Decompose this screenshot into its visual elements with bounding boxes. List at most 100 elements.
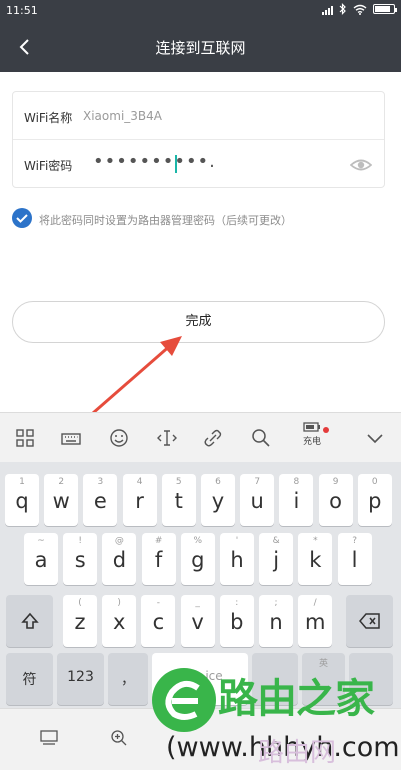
key-hint: ? <box>352 536 357 546</box>
wifi-name-row[interactable]: WiFi名称 Xiaomi_3B4A <box>13 92 384 140</box>
key-char: q <box>15 489 29 513</box>
key-t[interactable]: 5t <box>161 474 196 526</box>
text-cursor <box>175 155 177 173</box>
key-hint: ; <box>274 598 278 608</box>
key-char: p <box>368 489 382 513</box>
key-hint: ) <box>117 598 121 608</box>
key-k[interactable]: * k <box>298 533 333 585</box>
cursor-icon[interactable] <box>157 428 177 448</box>
zoom-icon[interactable] <box>110 729 128 747</box>
router-logo-icon <box>165 680 200 720</box>
key-z[interactable]: (z <box>63 595 97 647</box>
key-m[interactable]: / m <box>298 595 333 647</box>
key-hint: 2 <box>58 477 65 487</box>
backspace-icon <box>358 613 380 629</box>
key-hint: : <box>235 598 239 608</box>
key-hint: _ <box>195 598 200 608</box>
key-hint: @ <box>114 536 124 546</box>
key-j[interactable]: & j <box>259 533 294 585</box>
shift-key[interactable] <box>6 595 53 647</box>
key-hint: ~ <box>37 536 45 546</box>
keyboard-toolbar: 充电 <box>0 412 401 462</box>
key-char: l <box>351 548 358 572</box>
key-w[interactable]: 2w <box>44 474 79 526</box>
clipboard-icon[interactable] <box>203 428 223 448</box>
symbol-key[interactable]: 符 <box>6 653 53 705</box>
status-bar: 11:51 <box>0 0 401 22</box>
main-content: WiFi名称 Xiaomi_3B4A WiFi密码 ••••••••••. 将此… <box>0 72 401 412</box>
key-hint: / <box>313 598 317 608</box>
battery-charge-icon[interactable] <box>303 421 321 433</box>
signal-icon <box>322 3 333 15</box>
key-char: i <box>293 489 300 513</box>
eye-icon[interactable] <box>350 154 372 176</box>
wifi-password-row[interactable]: WiFi密码 ••••••••••. <box>13 140 384 188</box>
key-hint: 0 <box>371 477 378 487</box>
wifi-password-label: WiFi密码 <box>24 159 73 173</box>
admin-password-option[interactable]: 将此密码同时设置为路由器管理密码（后续可更改） <box>12 208 385 230</box>
key-hint: 3 <box>97 477 104 487</box>
key-v[interactable]: _ v <box>180 595 215 647</box>
key-b[interactable]: :b <box>219 595 254 647</box>
key-char: y <box>211 489 225 513</box>
wifi-name-input[interactable]: Xiaomi_3B4A <box>83 109 162 123</box>
battery-icon <box>373 4 397 14</box>
key-s[interactable]: ! s <box>63 533 98 585</box>
key-r[interactable]: 4r <box>122 474 157 526</box>
key-char: s <box>74 548 86 572</box>
wifi-icon <box>353 4 367 15</box>
number-key[interactable]: 123 <box>57 653 104 705</box>
key-hint: - <box>156 598 161 608</box>
key-d[interactable]: @ d <box>102 533 137 585</box>
key-i[interactable]: 8i <box>279 474 314 526</box>
watermark-brand: 路由之家 <box>218 676 375 722</box>
bluetooth-icon <box>339 3 346 15</box>
key-char: o <box>329 489 343 513</box>
checkmark-icon <box>16 214 28 223</box>
keyboard-hide-icon[interactable] <box>40 729 58 747</box>
admin-password-label: 将此密码同时设置为路由器管理密码（后续可更改） <box>39 214 292 227</box>
key-char: f <box>154 548 163 572</box>
key-l[interactable]: ? l <box>337 533 372 585</box>
wifi-password-input[interactable]: ••••••••••. <box>93 151 216 172</box>
key-hint: 7 <box>254 477 261 487</box>
shift-icon <box>20 612 39 629</box>
key-char: u <box>250 489 264 513</box>
key-hint: 8 <box>293 477 300 487</box>
admin-password-checkbox[interactable] <box>12 208 32 228</box>
comma-key-label: ， <box>121 672 135 688</box>
key-x[interactable]: ) x <box>102 595 137 647</box>
key-h[interactable]: ' h <box>220 533 254 585</box>
delete-key[interactable] <box>346 595 393 647</box>
emoji-icon[interactable] <box>109 428 129 448</box>
annotation-arrow <box>84 336 182 422</box>
keyboard-icon[interactable] <box>61 428 81 448</box>
key-hint: * <box>313 536 318 546</box>
key-q[interactable]: 1q <box>5 474 39 526</box>
key-u[interactable]: 7u <box>240 474 275 526</box>
number-key-label: 123 <box>67 669 94 685</box>
key-c[interactable]: -c <box>141 595 176 647</box>
collapse-icon[interactable] <box>365 428 385 448</box>
search-icon[interactable] <box>251 428 271 448</box>
key-char: w <box>52 489 70 513</box>
key-char: n <box>269 610 283 634</box>
key-y[interactable]: 6y <box>201 474 235 526</box>
key-o[interactable]: 9o <box>318 474 353 526</box>
key-hint: # <box>154 536 163 546</box>
key-char: m <box>304 610 326 634</box>
key-g[interactable]: % g <box>180 533 215 585</box>
key-n[interactable]: ; n <box>259 595 293 647</box>
key-p[interactable]: 0p <box>357 474 392 526</box>
key-hint: ' <box>235 536 239 546</box>
key-char: c <box>152 610 165 634</box>
key-hint: 5 <box>175 477 182 487</box>
key-a[interactable]: ~ a <box>24 533 58 585</box>
key-f[interactable]: # f <box>141 533 176 585</box>
wifi-name-label: WiFi名称 <box>24 111 73 125</box>
key-e[interactable]: 3e <box>83 474 118 526</box>
comma-key[interactable]: ， <box>108 653 148 705</box>
grid-icon[interactable] <box>15 428 35 448</box>
done-button[interactable]: 完成 <box>12 301 385 343</box>
key-char: a <box>34 548 48 572</box>
